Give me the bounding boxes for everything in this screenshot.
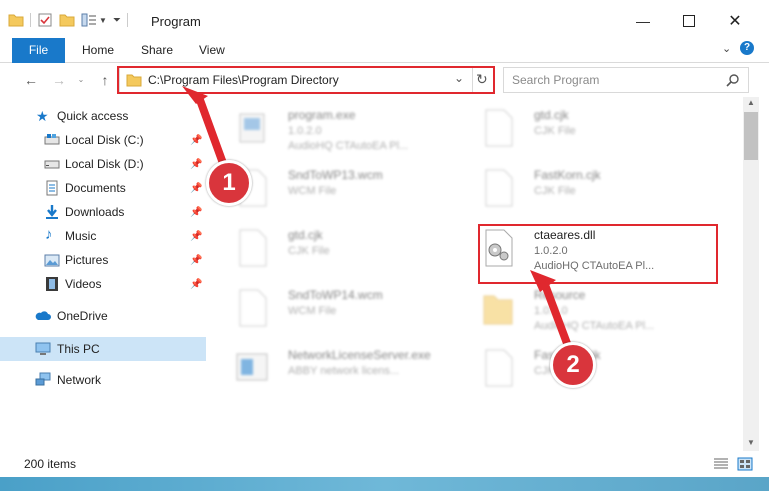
arrow-step-2 (530, 270, 572, 348)
annotation-arrows (182, 86, 572, 348)
step-badge-2: 2 (550, 342, 596, 388)
arrow-step-1 (182, 86, 228, 168)
file-explorer-window: ▼ ⏷ Program — ✕ File Home Share View ⌄ ?… (0, 0, 769, 491)
step-badge-1: 1 (206, 160, 252, 206)
